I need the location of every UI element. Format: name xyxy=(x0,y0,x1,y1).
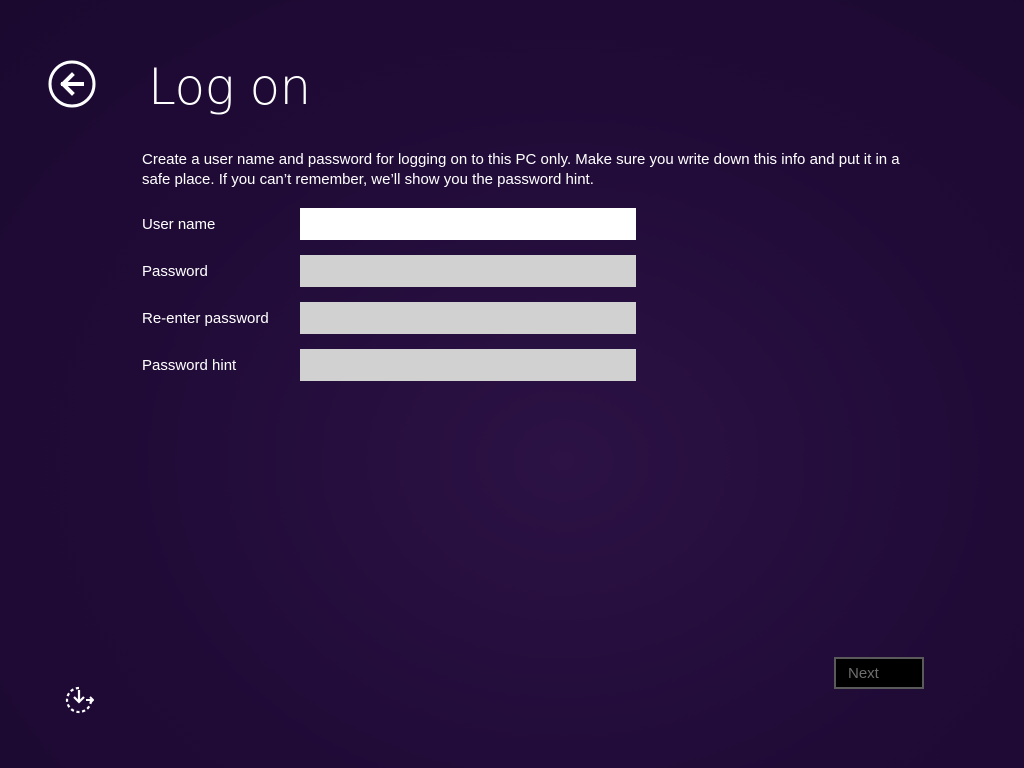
password-hint-label: Password hint xyxy=(142,356,237,374)
password-row: Password xyxy=(142,255,636,287)
back-arrow-circle-icon xyxy=(48,60,96,108)
ease-of-access-button[interactable] xyxy=(64,685,95,715)
page-description: Create a user name and password for logg… xyxy=(142,151,900,188)
password-hint-row: Password hint xyxy=(142,349,636,381)
ease-of-access-icon xyxy=(64,686,95,719)
username-label: User name xyxy=(142,215,216,233)
username-input[interactable] xyxy=(300,208,636,240)
reenter-password-label: Re-enter password xyxy=(142,309,269,327)
back-button[interactable] xyxy=(48,60,96,108)
reenter-password-row: Re-enter password xyxy=(142,302,636,334)
password-label: Password xyxy=(142,262,208,280)
password-hint-input[interactable] xyxy=(300,349,636,381)
password-input[interactable] xyxy=(300,255,636,287)
page-title: Log on xyxy=(148,58,311,116)
reenter-password-input[interactable] xyxy=(300,302,636,334)
logon-form: User name Password Re-enter password Pas… xyxy=(142,208,636,396)
next-button[interactable]: Next xyxy=(834,657,924,689)
username-row: User name xyxy=(142,208,636,240)
